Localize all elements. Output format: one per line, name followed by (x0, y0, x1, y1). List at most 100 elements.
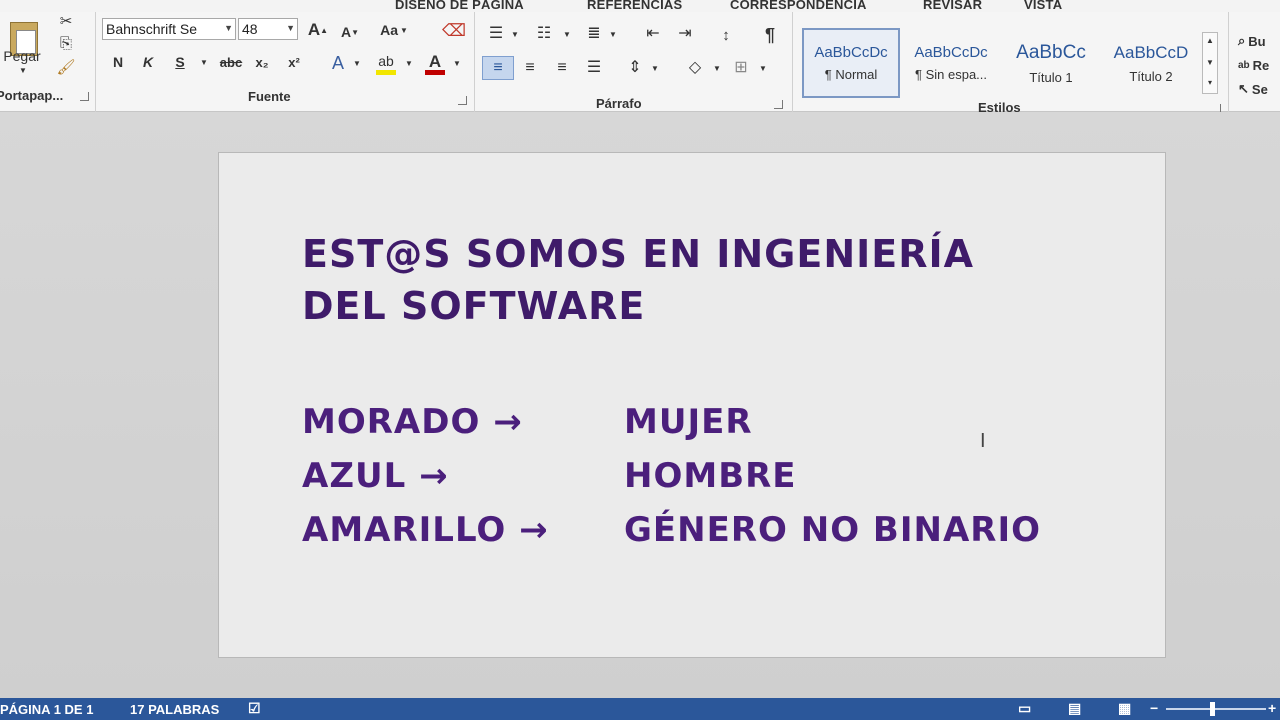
decrease-indent-icon[interactable]: ⇤ (640, 24, 666, 44)
style-name: ¶ Sin espa... (914, 67, 988, 82)
select-button[interactable]: ↖ Se (1238, 80, 1280, 98)
page-count[interactable]: PÁGINA 1 DE 1 (0, 702, 93, 717)
color-label-morado[interactable]: MORADO → (302, 402, 523, 442)
proofing-icon[interactable]: ☑ (248, 700, 261, 717)
highlight-dropdown-icon[interactable]: ▼ (404, 58, 414, 70)
color-label-azul[interactable]: AZUL → (302, 456, 449, 496)
status-bar: PÁGINA 1 DE 1 17 PALABRAS ☑ ▭ ▤ ▦ − + (0, 698, 1280, 720)
paste-dropdown-icon[interactable]: ▼ (18, 66, 28, 76)
change-case-button[interactable]: Aa ▼ (378, 20, 410, 40)
style-heading-1[interactable]: AaBbCc Título 1 (1002, 28, 1100, 98)
bold-button[interactable]: N (108, 52, 128, 72)
gender-label-no-binario[interactable]: GÉNERO NO BINARIO (624, 510, 1041, 550)
paragraph-group-label: Párrafo (596, 96, 642, 111)
binoculars-icon: ⌕ (1238, 33, 1246, 48)
copy-icon[interactable]: ⎘ (56, 34, 76, 52)
align-left-button[interactable]: ≡ (482, 56, 514, 80)
line-spacing-icon[interactable]: ⇕ (622, 56, 648, 80)
bullets-icon[interactable]: ☰ (484, 24, 508, 44)
style-heading-2[interactable]: AaBbCcD Título 2 (1102, 28, 1200, 98)
zoom-in-icon[interactable]: + (1268, 700, 1276, 716)
scroll-up-icon[interactable]: ▲ (1205, 35, 1215, 47)
zoom-slider[interactable] (1166, 702, 1266, 716)
scroll-down-icon[interactable]: ▼ (1205, 57, 1215, 69)
subscript-button[interactable]: x₂ (250, 52, 274, 72)
shrink-font-button[interactable]: A ▼ (338, 22, 362, 42)
shading-dropdown-icon[interactable]: ▼ (712, 64, 722, 74)
tab-view[interactable]: VISTA (1024, 0, 1062, 12)
grow-font-button[interactable]: A ▲ (306, 20, 330, 40)
font-color-dropdown-icon[interactable]: ▼ (452, 58, 462, 70)
color-label-amarillo[interactable]: AMARILLO → (302, 510, 549, 550)
i-beam-cursor-icon: I (980, 430, 986, 452)
borders-icon[interactable]: ⊞ (728, 56, 754, 80)
numbering-icon[interactable]: ☷ (532, 24, 556, 44)
text-effects-icon[interactable]: A (326, 52, 350, 74)
superscript-button[interactable]: x² (282, 52, 306, 72)
zoom-out-icon[interactable]: − (1150, 700, 1158, 716)
document-title-line-2[interactable]: DEL SOFTWARE (302, 284, 645, 328)
ribbon: Pegar ▼ ✂ ⎘ 🖌 Portapap... Bahnschrift Se… (0, 12, 1280, 115)
group-separator (474, 12, 475, 112)
numbering-dropdown-icon[interactable]: ▼ (562, 30, 572, 40)
tab-references[interactable]: REFERENCIAS (587, 0, 682, 12)
tab-page-layout[interactable]: DISEÑO DE PÁGINA (395, 0, 524, 12)
shading-icon[interactable]: ◇ (682, 56, 708, 80)
italic-button[interactable]: K (138, 52, 158, 72)
text-effects-dropdown-icon[interactable]: ▼ (352, 58, 362, 70)
highlight-color-button[interactable]: ab (372, 52, 402, 76)
read-mode-icon[interactable]: ▭ (1018, 700, 1031, 717)
borders-dropdown-icon[interactable]: ▼ (758, 64, 768, 74)
gender-label-mujer[interactable]: MUJER (624, 402, 753, 442)
print-layout-icon[interactable]: ▤ (1068, 700, 1081, 717)
justify-icon[interactable]: ☰ (580, 56, 608, 80)
multilevel-list-icon[interactable]: ≣ (582, 24, 606, 44)
font-color-swatch (425, 70, 445, 75)
grow-font-label: A (307, 20, 321, 39)
shrink-font-label: A (340, 24, 352, 40)
chevron-down-icon: ▼ (224, 23, 233, 33)
document-title-line-1[interactable]: EST@S SOMOS EN INGENIERÍA (302, 232, 974, 276)
underline-dropdown-icon[interactable]: ▼ (198, 56, 210, 70)
find-label: Bu (1248, 33, 1266, 49)
font-size-value: 48 (242, 21, 258, 37)
align-right-icon[interactable]: ≡ (548, 56, 576, 80)
select-label: Se (1251, 81, 1268, 97)
font-launcher-icon[interactable] (458, 96, 467, 105)
sort-icon[interactable]: ↕ (714, 24, 738, 46)
word-count[interactable]: 17 PALABRAS (130, 702, 219, 717)
underline-button[interactable]: S (170, 52, 190, 72)
style-normal[interactable]: AaBbCcDc ¶ Normal (802, 28, 900, 98)
web-layout-icon[interactable]: ▦ (1118, 700, 1131, 717)
strikethrough-button[interactable]: abc (216, 52, 246, 72)
paragraph-launcher-icon[interactable] (774, 100, 783, 109)
paste-button[interactable]: Pegar (0, 48, 44, 64)
zoom-slider-thumb[interactable] (1210, 702, 1215, 716)
font-color-icon: A (428, 51, 442, 71)
styles-scroll[interactable]: ▲ ▼ ▾ (1202, 32, 1218, 94)
style-name: ¶ Normal (824, 67, 878, 82)
tab-review[interactable]: REVISAR (923, 0, 982, 12)
tab-mailings[interactable]: CORRESPONDENCIA (730, 0, 867, 12)
clear-formatting-icon[interactable]: ⌫ (442, 20, 466, 40)
group-separator (1228, 12, 1229, 112)
gender-label-hombre[interactable]: HOMBRE (624, 456, 797, 496)
cut-icon[interactable]: ✂ (56, 12, 76, 30)
font-size-combobox[interactable]: 48 ▼ (238, 18, 298, 40)
replace-label: Re (1252, 57, 1270, 73)
align-center-icon[interactable]: ≡ (516, 56, 544, 80)
replace-button[interactable]: ab Re (1238, 56, 1280, 74)
font-name-combobox[interactable]: Bahnschrift Se ▼ (102, 18, 236, 40)
bullets-dropdown-icon[interactable]: ▼ (510, 30, 520, 40)
style-no-spacing[interactable]: AaBbCcDc ¶ Sin espa... (902, 28, 1000, 98)
more-styles-icon[interactable]: ▾ (1205, 77, 1215, 89)
find-button[interactable]: ⌕ Bu (1238, 32, 1280, 50)
clipboard-launcher-icon[interactable] (80, 92, 89, 101)
increase-indent-icon[interactable]: ⇥ (672, 24, 698, 44)
line-spacing-dropdown-icon[interactable]: ▼ (650, 64, 660, 74)
font-color-button[interactable]: A (422, 52, 448, 76)
show-formatting-button[interactable]: ¶ (758, 24, 782, 46)
format-painter-icon[interactable]: 🖌 (56, 58, 76, 76)
multilevel-dropdown-icon[interactable]: ▼ (608, 30, 618, 40)
replace-icon: ab (1238, 59, 1250, 71)
